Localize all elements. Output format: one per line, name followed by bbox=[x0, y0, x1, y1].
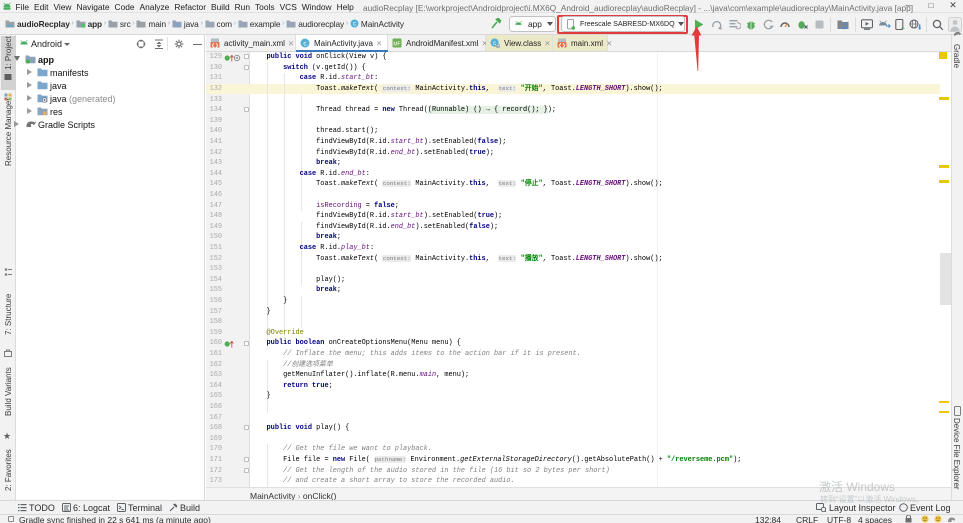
svg-text:❮❯: ❮❯ bbox=[211, 42, 219, 48]
svg-text:MF: MF bbox=[393, 42, 400, 48]
svg-text:c: c bbox=[493, 41, 496, 47]
svg-text:❮❯: ❮❯ bbox=[558, 42, 566, 48]
svg-text:c: c bbox=[353, 22, 356, 28]
